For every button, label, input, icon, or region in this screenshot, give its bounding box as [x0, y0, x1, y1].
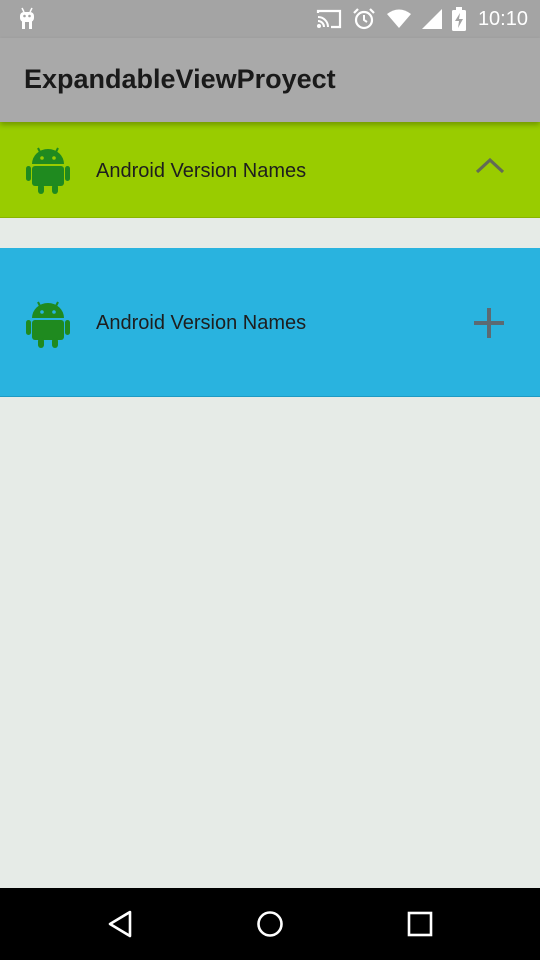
app-title: ExpandableViewProyect — [24, 64, 336, 94]
chevron-up-icon[interactable] — [474, 156, 506, 181]
home-icon[interactable] — [254, 908, 286, 940]
navigation-bar — [0, 888, 540, 960]
back-icon[interactable] — [104, 908, 136, 940]
recents-icon[interactable] — [404, 908, 436, 940]
cast-icon — [316, 9, 342, 29]
group-label: Android Version Names — [96, 312, 307, 334]
group-header-2[interactable]: Android Version Names — [0, 248, 540, 397]
status-bar: 10:10 — [0, 0, 540, 38]
android-notification-icon — [16, 6, 38, 37]
group-header-1[interactable]: Android Version Names — [0, 122, 540, 218]
wifi-icon — [386, 9, 412, 29]
status-time: 10:10 — [477, 7, 528, 30]
group-label: Android Version Names — [96, 160, 307, 182]
android-robot-icon — [26, 146, 70, 199]
plus-icon[interactable] — [472, 306, 506, 345]
android-robot-icon — [26, 300, 70, 353]
app-bar: ExpandableViewProyect — [0, 38, 540, 122]
battery-charging-icon — [451, 7, 466, 31]
signal-icon — [421, 9, 442, 29]
alarm-icon — [352, 7, 376, 31]
